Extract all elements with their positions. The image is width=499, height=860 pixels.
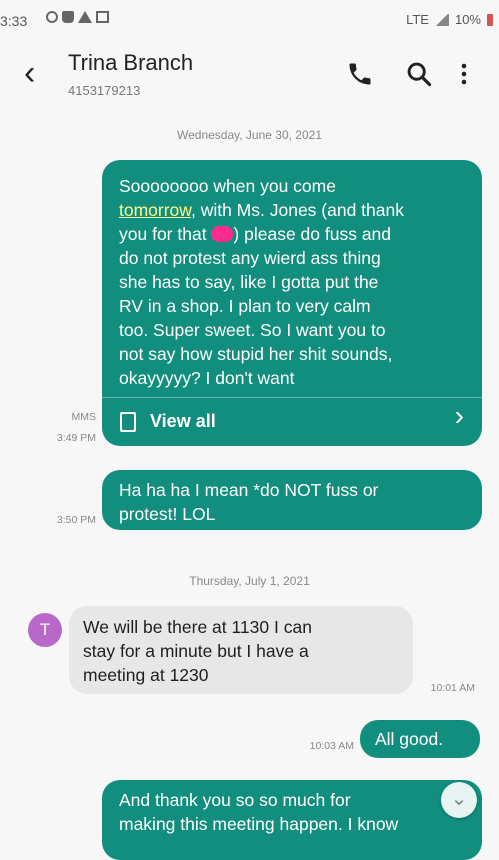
contact-name[interactable]: Trina Branch (68, 50, 193, 76)
message-bubble[interactable]: All good. (360, 720, 480, 758)
view-all-button[interactable]: View all › (102, 397, 482, 446)
message-time: 10:01 AM (430, 682, 475, 694)
signal-icon (434, 13, 449, 26)
chevron-right-icon: › (454, 400, 464, 431)
message-bubble[interactable]: And thank you so so much for making this… (102, 780, 482, 860)
incoming-message-bubble[interactable]: We will be there at 1130 I can stay for … (69, 606, 413, 694)
back-icon[interactable]: ‹ (24, 56, 52, 90)
mms-message-bubble[interactable]: Soooooooo when you come tomorrow, with M… (102, 160, 482, 446)
battery-percent: 10% (454, 12, 481, 27)
app-header: ‹ Trina Branch 4153179213 (0, 40, 499, 110)
message-time: 3:50 PM (56, 514, 96, 526)
battery-icon (487, 13, 493, 26)
message-link-tomorrow[interactable]: tomorrow (119, 200, 191, 220)
notification-icons (46, 11, 109, 23)
document-icon (120, 412, 136, 432)
more-vertical-icon[interactable] (452, 60, 476, 88)
message-type: MMS (71, 411, 97, 423)
notification-bag-icon (62, 11, 74, 23)
notification-warning-icon (78, 11, 92, 23)
message-time: 10:03 AM (309, 740, 354, 752)
view-all-label: View all (150, 411, 216, 431)
heart-emoji-icon (211, 226, 234, 242)
network-type: LTE (406, 12, 429, 27)
message-text: Soooooooo when you come tomorrow, with M… (119, 176, 404, 388)
notification-circle-icon (46, 11, 58, 23)
search-icon[interactable] (405, 60, 433, 88)
contact-avatar[interactable]: T (28, 613, 62, 647)
scroll-to-bottom-icon[interactable]: ⌄ (441, 782, 477, 818)
phone-icon[interactable] (346, 60, 374, 88)
message-bubble[interactable]: Ha ha ha I mean *do NOT fuss or protest!… (102, 470, 482, 530)
date-divider: Thursday, July 1, 2021 (189, 574, 310, 588)
message-time: 3:49 PM (56, 432, 96, 444)
notification-image-icon (96, 11, 109, 23)
status-bar: 3:33 LTE 10% (0, 0, 499, 40)
status-time: 3:33 (0, 13, 28, 29)
contact-phone-number: 4153179213 (68, 83, 141, 98)
status-right: LTE 10% (406, 12, 493, 27)
date-divider: Wednesday, June 30, 2021 (177, 128, 322, 142)
